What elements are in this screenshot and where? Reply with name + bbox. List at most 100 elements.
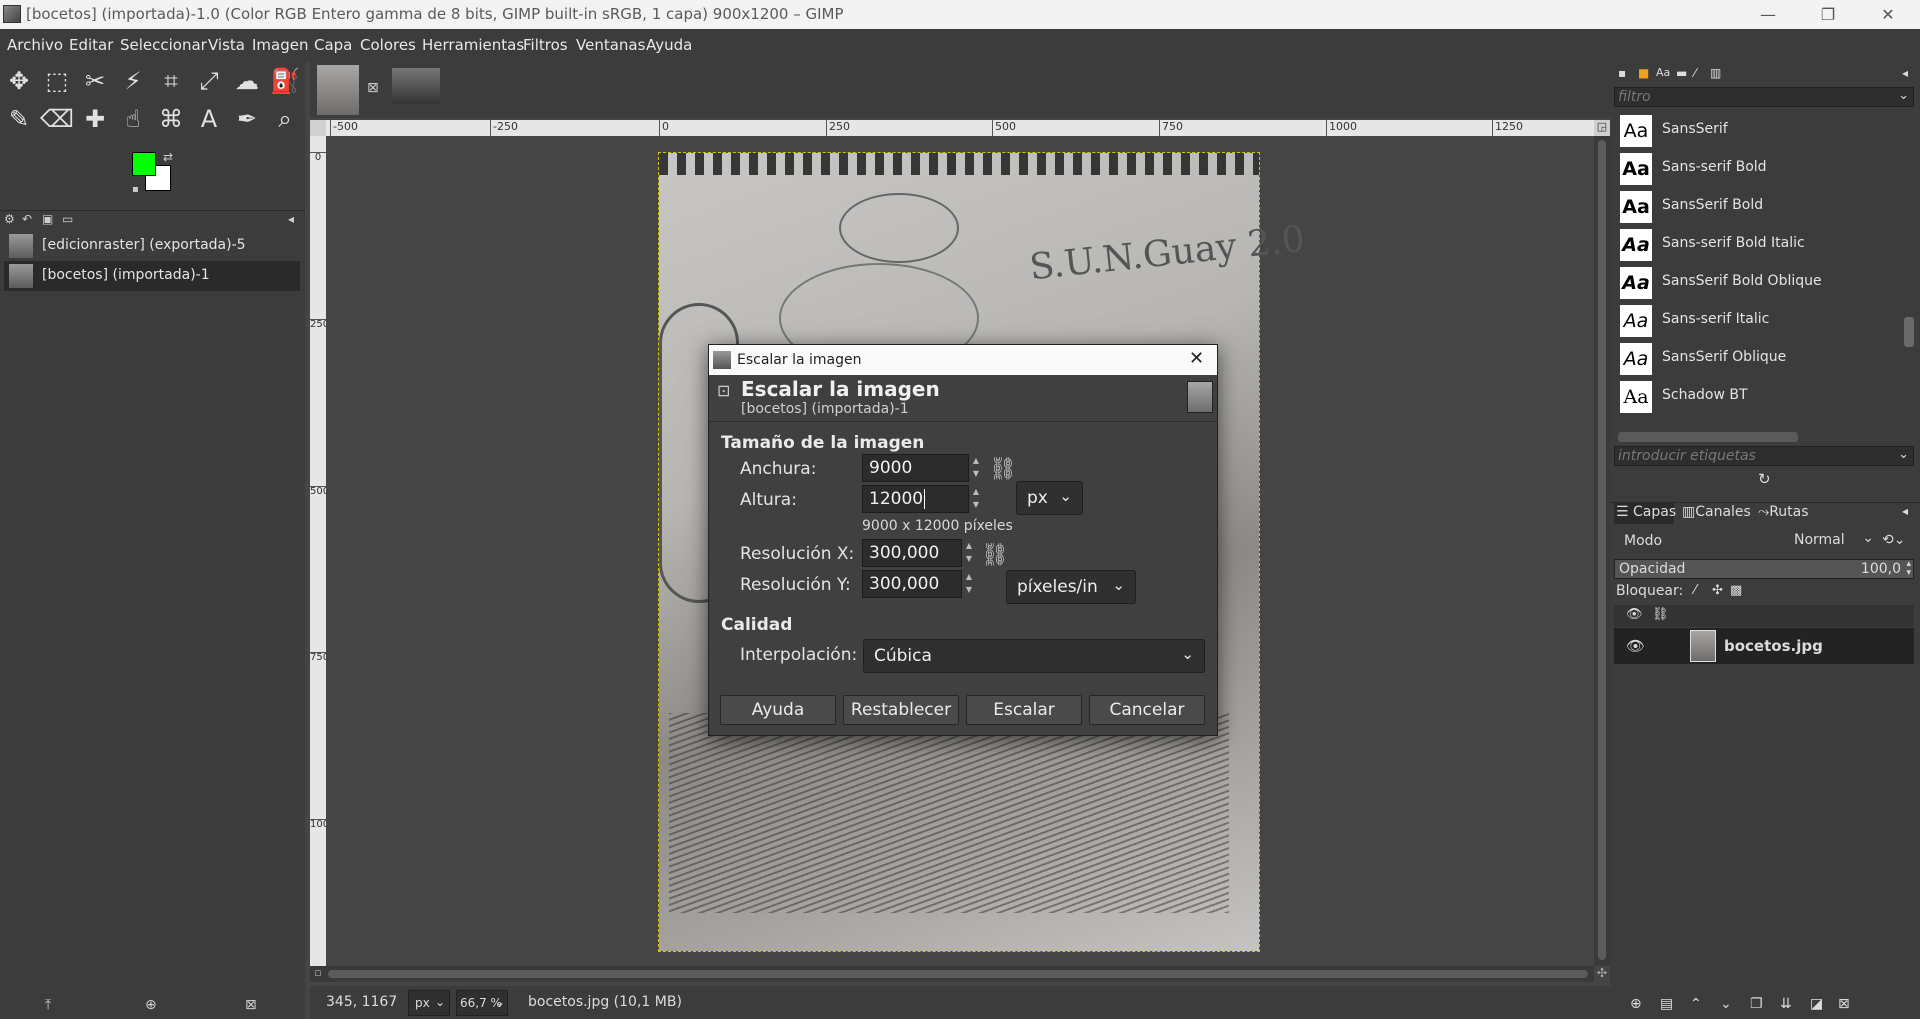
menu-seleccionar[interactable]: Seleccionar — [120, 36, 207, 54]
scale-button[interactable]: Escalar — [966, 695, 1082, 725]
smudge-tool-icon[interactable]: ☝ — [116, 102, 150, 136]
document-history-tab-icon[interactable]: ▬ — [1676, 66, 1687, 80]
horizontal-scrollbar[interactable] — [310, 966, 1594, 982]
image-tab-bocetos[interactable] — [317, 65, 359, 115]
brush-tab-icon[interactable]: ⁄ — [1694, 66, 1696, 80]
new-layer-icon[interactable]: ⊕ — [1630, 996, 1642, 1012]
raise-layer-icon[interactable]: ⌃ — [1690, 996, 1702, 1012]
menu-filtros[interactable]: Filtros — [523, 36, 568, 54]
lock-alpha-icon[interactable]: ▩ — [1730, 583, 1742, 598]
menu-herramientas[interactable]: Herramientas — [422, 36, 524, 54]
horizontal-scroll-thumb[interactable] — [328, 970, 1588, 978]
height-spinner[interactable]: ▲ ▼ — [969, 485, 983, 513]
tab-capas[interactable]: ☰ Capas — [1616, 504, 1676, 520]
size-unit-selector[interactable]: px ⌄ — [1016, 481, 1083, 515]
cancel-button[interactable]: Cancelar — [1089, 695, 1205, 725]
merge-down-icon[interactable]: ⇊ — [1780, 996, 1792, 1012]
scissors-tool-icon[interactable]: ✂ — [78, 64, 112, 98]
images-tab-icon[interactable]: ▣ — [42, 212, 53, 226]
new-view-icon[interactable]: ⊕ — [145, 997, 157, 1013]
foreground-color-swatch[interactable] — [132, 152, 156, 176]
menu-capa[interactable]: Capa — [314, 36, 352, 54]
mode-reset-icon[interactable]: ⟲⌄ — [1882, 532, 1905, 548]
crop-tool-icon[interactable]: ⌗ — [154, 64, 188, 98]
fonts-hscroll-thumb[interactable] — [1618, 432, 1798, 442]
refresh-fonts-icon[interactable]: ↻ — [1758, 470, 1771, 488]
layer-row[interactable]: 👁 bocetos.jpg — [1614, 628, 1914, 664]
device-status-tab-icon[interactable]: ▭ — [62, 212, 73, 226]
new-group-icon[interactable]: ▤ — [1660, 996, 1673, 1012]
undo-history-tab-icon[interactable]: ↶ — [22, 212, 32, 226]
rect-select-tool-icon[interactable]: ⬚ — [40, 64, 74, 98]
res-y-input[interactable]: 300,000 — [862, 570, 962, 598]
tab-canales[interactable]: ▥Canales — [1682, 504, 1751, 520]
delete-layer-icon[interactable]: ⊠ — [1838, 996, 1850, 1012]
swap-colors-icon[interactable]: ⇄ — [163, 150, 173, 164]
eraser-tool-icon[interactable]: ⌫ — [40, 102, 74, 136]
close-tab-icon[interactable]: ⊠ — [367, 80, 379, 96]
opacity-slider[interactable]: Opacidad 100,0 ▴ ▾ — [1614, 559, 1914, 579]
fuzzy-select-tool-icon[interactable]: ⚡ — [116, 64, 150, 98]
menu-colores[interactable]: Colores — [360, 36, 416, 54]
quick-mask-toggle-icon[interactable]: ▫ — [310, 966, 326, 982]
paths-tool-icon[interactable]: ⌘ — [154, 102, 188, 136]
bucket-fill-tool-icon[interactable]: ⛽ — [268, 64, 302, 98]
panel-menu-icon[interactable]: ◂ — [1902, 66, 1908, 80]
lower-layer-icon[interactable]: ⌄ — [1720, 996, 1732, 1012]
vertical-scroll-thumb[interactable] — [1598, 140, 1606, 960]
res-x-spinner[interactable]: ▲ ▼ — [962, 539, 976, 567]
width-spinner[interactable]: ▲ ▼ — [969, 454, 983, 482]
image-list-item[interactable]: [edicionraster] (exportada)-5 — [4, 231, 300, 261]
mask-icon[interactable]: ◪ — [1810, 996, 1823, 1012]
gradients-tab-icon[interactable]: ▥ — [1710, 66, 1721, 80]
image-list-item-selected[interactable]: [bocetos] (importada)-1 — [4, 261, 300, 291]
font-item[interactable]: Aa Schadow BT — [1620, 378, 1910, 416]
menu-ventanas[interactable]: Ventanas — [576, 36, 645, 54]
close-window-button[interactable]: ✕ — [1860, 0, 1916, 29]
res-y-spinner[interactable]: ▲ ▼ — [962, 570, 976, 598]
width-input[interactable]: 9000 — [862, 454, 969, 482]
patterns-tab-icon[interactable]: ■ — [1638, 66, 1649, 80]
vertical-scrollbar[interactable] — [1594, 136, 1610, 966]
help-button[interactable]: Ayuda — [720, 695, 836, 725]
chain-link-resolution-icon[interactable]: ⛓ — [981, 545, 1009, 567]
fonts-scroll-thumb[interactable] — [1904, 317, 1914, 347]
res-x-input[interactable]: 300,000 — [862, 539, 962, 567]
brushes-tab-icon[interactable]: ▪ — [1618, 66, 1626, 80]
color-picker-tool-icon[interactable]: ✒ — [230, 102, 264, 136]
interpolation-selector[interactable]: Cúbica ⌄ — [863, 639, 1205, 673]
menu-vista[interactable]: Vista — [208, 36, 245, 54]
tool-options-tab-icon[interactable]: ⚙ — [4, 212, 15, 226]
dialog-titlebar[interactable]: Escalar la imagen ✕ — [709, 345, 1217, 375]
menu-imagen[interactable]: Imagen — [252, 36, 308, 54]
raise-image-icon[interactable]: ⤒ — [45, 997, 51, 1013]
text-tool-icon[interactable]: A — [192, 102, 226, 136]
minimize-button[interactable]: — — [1740, 0, 1796, 29]
font-filter-input[interactable]: filtro ⌄ — [1614, 87, 1914, 107]
panel-menu-icon[interactable]: ◂ — [288, 212, 294, 226]
mode-selector[interactable]: Normal ⌄ — [1786, 528, 1880, 554]
resolution-unit-selector[interactable]: píxeles/in ⌄ — [1006, 570, 1136, 604]
opacity-spin-icon[interactable]: ▴ ▾ — [1906, 560, 1911, 578]
menu-editar[interactable]: Editar — [69, 36, 113, 54]
reset-button[interactable]: Restablecer — [843, 695, 959, 725]
transform-tool-icon[interactable]: ⤢ — [192, 64, 226, 98]
height-input[interactable]: 12000 — [862, 485, 969, 513]
navigate-icon[interactable]: ✣ — [1594, 966, 1610, 982]
font-item[interactable]: Aa SansSerif — [1620, 112, 1910, 150]
duplicate-layer-icon[interactable]: ❐ — [1750, 996, 1763, 1012]
font-item[interactable]: Aa SansSerif Bold — [1620, 188, 1910, 226]
move-tool-icon[interactable]: ✥ — [2, 64, 36, 98]
zoom-tool-icon[interactable]: ⌕ — [268, 102, 302, 136]
font-item[interactable]: Aa SansSerif Bold Oblique — [1620, 264, 1910, 302]
zoom-to-fit-icon[interactable]: ◲ — [1594, 120, 1610, 136]
lock-pixels-icon[interactable]: ⁄ — [1694, 583, 1696, 598]
menu-archivo[interactable]: Archivo — [7, 36, 63, 54]
fonts-tab-icon[interactable]: Aa — [1656, 66, 1670, 79]
visibility-eye-icon[interactable]: 👁 — [1626, 637, 1645, 655]
font-item[interactable]: Aa Sans-serif Bold — [1620, 150, 1910, 188]
heal-tool-icon[interactable]: ✚ — [78, 102, 112, 136]
panel-menu-icon[interactable]: ◂ — [1902, 504, 1908, 518]
zoom-selector[interactable]: 66,7 % ⌄ — [456, 990, 508, 1016]
font-item[interactable]: Aa Sans-serif Bold Italic — [1620, 226, 1910, 264]
